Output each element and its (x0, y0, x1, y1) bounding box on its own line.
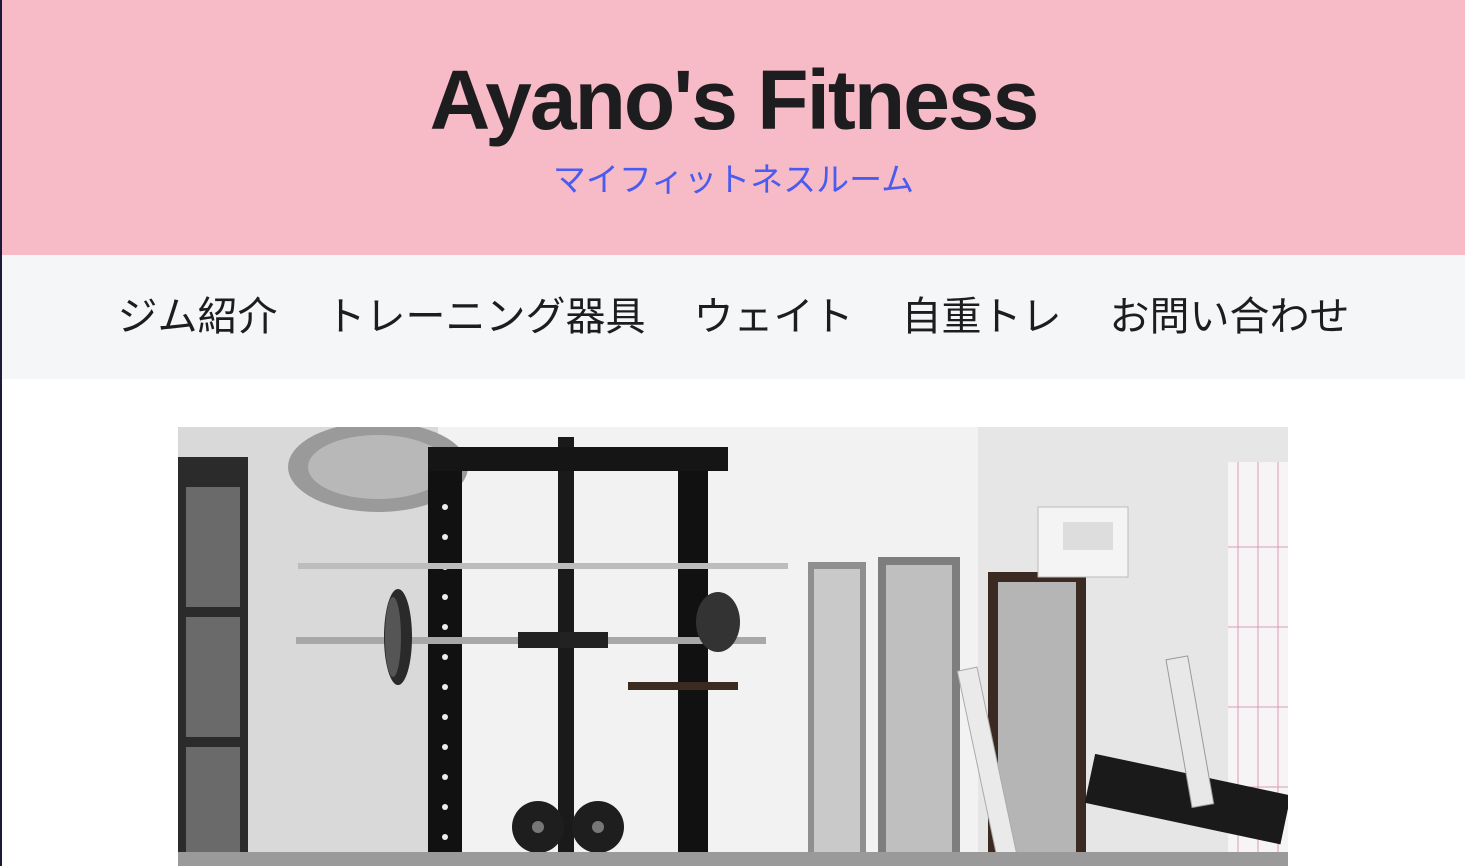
nav-item-training-equipment[interactable]: トレーニング器具 (326, 287, 646, 347)
nav-item-bodyweight[interactable]: 自重トレ (902, 287, 1062, 347)
hero-image (178, 427, 1288, 866)
site-subtitle: マイフィットネスルーム (552, 160, 915, 199)
site-title[interactable]: Ayano's Fitness (2, 50, 1465, 150)
nav-item-weight[interactable]: ウェイト (694, 287, 854, 347)
main-nav: ジム紹介 トレーニング器具 ウェイト 自重トレ お問い合わせ (2, 255, 1465, 379)
nav-item-contact[interactable]: お問い合わせ (1110, 287, 1350, 347)
site-header: Ayano's Fitness マイフィットネスルーム (2, 0, 1465, 255)
gym-photo (178, 427, 1288, 866)
nav-item-gym-intro[interactable]: ジム紹介 (118, 287, 278, 347)
